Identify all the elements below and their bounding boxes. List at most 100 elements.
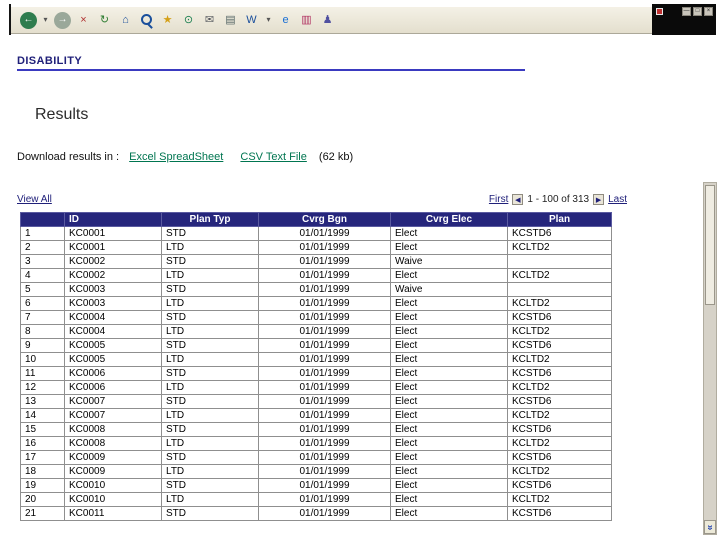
table-cell: 16 <box>20 436 65 451</box>
table-cell: 01/01/1999 <box>258 226 391 241</box>
table-row: 12 KC0006 LTD 01/01/1999 Elect KCLTD2 <box>20 380 612 395</box>
table-row: 7 KC0004 STD 01/01/1999 Elect KCSTD6 <box>20 310 612 325</box>
table-cell: KC0004 <box>64 310 162 325</box>
table-cell: 20 <box>20 492 65 507</box>
refresh-icon[interactable]: ↻ <box>96 12 113 29</box>
table-cell: KCLTD2 <box>507 324 612 339</box>
table-cell: 01/01/1999 <box>258 338 391 353</box>
table-cell: KC0003 <box>64 282 162 297</box>
table-cell: LTD <box>161 268 259 283</box>
maximize-button[interactable]: □ <box>693 7 702 16</box>
table-cell: 17 <box>20 450 65 465</box>
table-cell: Elect <box>390 324 508 339</box>
table-cell: KCSTD6 <box>507 310 612 325</box>
table-cell: LTD <box>161 408 259 423</box>
people-icon[interactable]: ♟ <box>319 12 336 29</box>
header-cell <box>20 212 65 227</box>
table-row: 5 KC0003 STD 01/01/1999 Waive <box>20 282 612 297</box>
table-cell: Elect <box>390 296 508 311</box>
table-cell: Elect <box>390 492 508 507</box>
stop-icon[interactable]: × <box>75 12 92 29</box>
table-cell: KCLTD2 <box>507 268 612 283</box>
pager-controls: First ◀ 1 - 100 of 313 ▶ Last <box>489 194 627 205</box>
forward-icon[interactable]: → <box>54 11 71 29</box>
csv-download-link[interactable]: CSV Text File <box>240 151 306 163</box>
table-cell <box>507 254 612 269</box>
table-cell: KC0010 <box>64 492 162 507</box>
vertical-scrollbar[interactable]: » <box>703 182 717 535</box>
table-cell: 01/01/1999 <box>258 450 391 465</box>
window-controls: — □ × <box>682 7 713 16</box>
table-cell: STD <box>161 366 259 381</box>
back-icon[interactable]: ← <box>20 11 37 29</box>
pager-range-text: 1 - 100 of 313 <box>527 194 590 205</box>
table-cell: STD <box>161 478 259 493</box>
table-cell: Elect <box>390 352 508 367</box>
last-page-link[interactable]: Last <box>608 194 627 205</box>
header-row: ID Plan Typ Cvrg Bgn Cvrg Elec Plan <box>20 212 612 227</box>
table-cell <box>507 282 612 297</box>
table-cell: KCSTD6 <box>507 366 612 381</box>
history-icon[interactable]: ⊙ <box>180 12 197 29</box>
table-cell: 01/01/1999 <box>258 492 391 507</box>
table-cell: 10 <box>20 352 65 367</box>
table-cell: 01/01/1999 <box>258 380 391 395</box>
table-cell: KCSTD6 <box>507 422 612 437</box>
home-icon[interactable]: ⌂ <box>117 12 134 29</box>
table-cell: KC0008 <box>64 436 162 451</box>
table-cell: 5 <box>20 282 65 297</box>
table-cell: STD <box>161 282 259 297</box>
table-cell: 01/01/1999 <box>258 506 391 521</box>
download-label: Download results in : <box>17 151 120 163</box>
table-cell: Elect <box>390 450 508 465</box>
table-cell: 01/01/1999 <box>258 296 391 311</box>
table-cell: LTD <box>161 436 259 451</box>
view-all-link[interactable]: View All <box>17 194 52 205</box>
table-cell: 01/01/1999 <box>258 436 391 451</box>
favorites-icon[interactable]: ★ <box>159 12 176 29</box>
app-icon <box>656 8 663 15</box>
charts-icon[interactable]: ▥ <box>298 12 315 29</box>
table-cell: LTD <box>161 464 259 479</box>
table-cell: KC0002 <box>64 268 162 283</box>
scroll-down-button[interactable]: » <box>704 520 716 534</box>
table-cell: LTD <box>161 380 259 395</box>
table-cell: 01/01/1999 <box>258 310 391 325</box>
next-page-button[interactable]: ▶ <box>593 194 605 205</box>
first-page-link[interactable]: First <box>489 194 508 205</box>
table-cell: Elect <box>390 240 508 255</box>
browser-toolbar: ← ▾ → × ↻ ⌂ ★ ⊙ ✉ ▤ W ▾ e ▥ ♟ <box>11 6 652 34</box>
print-icon[interactable]: ▤ <box>222 12 239 29</box>
table-cell: KCSTD6 <box>507 338 612 353</box>
table-cell: 01/01/1999 <box>258 282 391 297</box>
table-cell: 01/01/1999 <box>258 394 391 409</box>
table-cell: 01/01/1999 <box>258 422 391 437</box>
table-cell: STD <box>161 394 259 409</box>
toolbar-dropdown-icon[interactable]: ▾ <box>264 12 273 29</box>
scrollbar-thumb[interactable] <box>705 185 715 305</box>
close-button[interactable]: × <box>704 7 713 16</box>
header-cell: Plan Typ <box>161 212 259 227</box>
word-icon[interactable]: W <box>243 12 260 29</box>
table-cell: 12 <box>20 380 65 395</box>
table-cell: Elect <box>390 408 508 423</box>
table-cell: Elect <box>390 366 508 381</box>
search-icon[interactable] <box>138 12 155 29</box>
table-cell: 3 <box>20 254 65 269</box>
table-cell: KCLTD2 <box>507 296 612 311</box>
minimize-button[interactable]: — <box>682 7 691 16</box>
table-cell: KC0005 <box>64 338 162 353</box>
table-row: 9 KC0005 STD 01/01/1999 Elect KCSTD6 <box>20 338 612 353</box>
previous-page-button[interactable]: ◀ <box>512 194 524 205</box>
table-cell: 4 <box>20 268 65 283</box>
results-table-head: ID Plan Typ Cvrg Bgn Cvrg Elec Plan <box>20 212 612 227</box>
header-cell: Cvrg Elec <box>390 212 508 227</box>
discuss-icon[interactable]: e <box>277 12 294 29</box>
excel-download-link[interactable]: Excel SpreadSheet <box>129 151 223 163</box>
mail-icon[interactable]: ✉ <box>201 12 218 29</box>
back-dropdown-icon[interactable]: ▾ <box>41 12 50 29</box>
table-row: 8 KC0004 LTD 01/01/1999 Elect KCLTD2 <box>20 324 612 339</box>
table-cell: KC0010 <box>64 478 162 493</box>
chevron-down-icon: » <box>704 524 716 530</box>
table-cell: KC0009 <box>64 450 162 465</box>
